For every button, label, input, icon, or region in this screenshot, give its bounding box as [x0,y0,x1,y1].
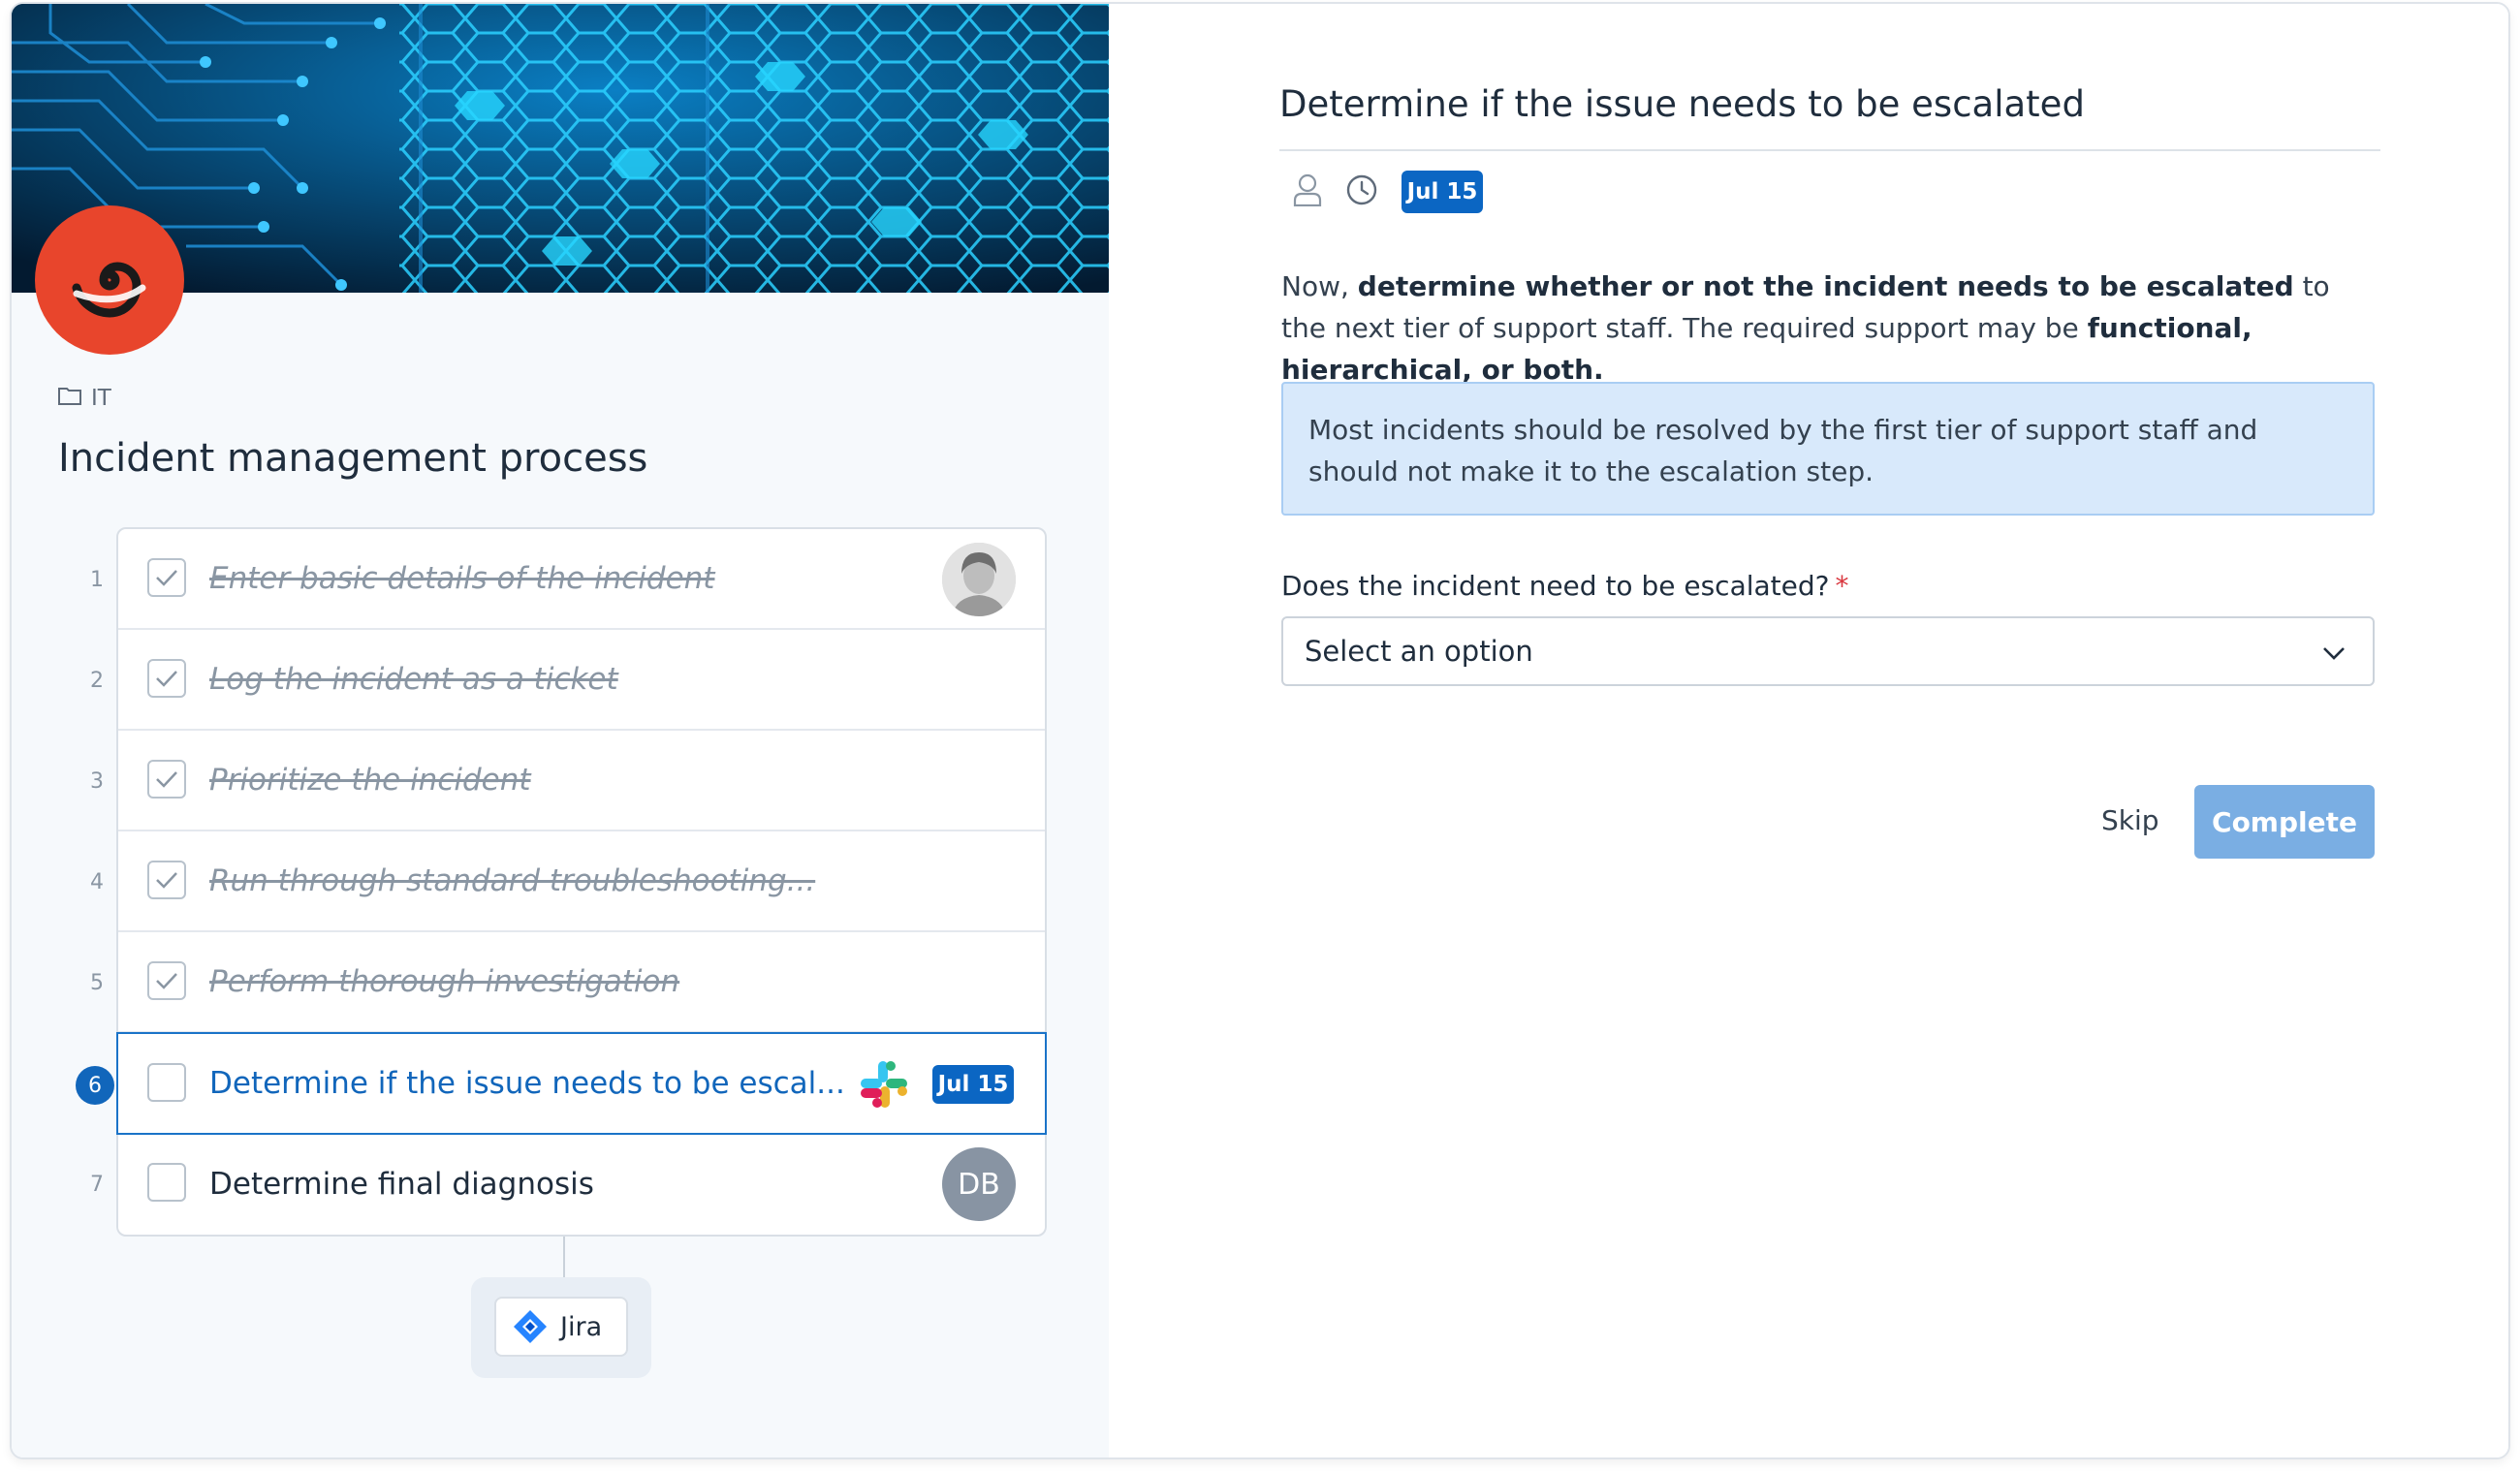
skip-button[interactable]: Skip [2101,804,2159,836]
task-item-7[interactable]: Determine final diagnosis DB [118,1134,1045,1235]
chevron-down-icon [2320,640,2347,674]
step-number: 4 [90,870,104,894]
checkmark-icon [156,570,177,586]
task-checkbox-checked[interactable] [147,861,186,899]
clock-icon[interactable] [1345,173,1378,210]
connector-line [563,1237,565,1277]
jira-icon [514,1310,547,1343]
checkmark-icon [156,771,177,788]
task-checkbox[interactable] [147,1163,186,1202]
step-number: 1 [90,568,104,592]
step-number: 7 [90,1173,104,1197]
task-meta-row: Jul 15 [1293,171,1483,213]
slack-icon [859,1059,909,1110]
task-list: Enter basic details of the incident Log … [116,527,1047,1237]
step-number: 2 [90,669,104,693]
task-label: Enter basic details of the incident [209,561,715,596]
form-field-label: Does the incident need to be escalated? * [1281,570,1849,602]
breadcrumb[interactable]: IT [58,386,111,411]
divider [1279,149,2380,151]
info-callout: Most incidents should be resolved by the… [1281,382,2375,516]
integration-container: Jira [471,1277,651,1378]
task-checkbox-checked[interactable] [147,760,186,799]
checkmark-icon [156,872,177,889]
assignee-avatar[interactable] [942,543,1016,616]
task-label: Log the incident as a ticket [209,662,618,697]
description-text: Now, [1281,270,1358,302]
breadcrumb-folder-label: IT [91,386,111,411]
due-date-badge[interactable]: Jul 15 [1402,171,1483,213]
task-item-2[interactable]: Log the incident as a ticket [118,630,1045,731]
checkmark-icon [156,973,177,989]
step-number-active: 6 [76,1066,114,1105]
task-label: Perform thorough investigation [209,964,680,999]
task-item-4[interactable]: Run through standard troubleshooting... [118,831,1045,932]
task-item-3[interactable]: Prioritize the incident [118,731,1045,831]
checklist-panel: IT Incident management process Enter bas… [12,4,1109,1457]
assignee-avatar[interactable]: DB [942,1147,1016,1221]
question-text: Does the incident need to be escalated? [1281,570,1830,602]
task-label: Run through standard troubleshooting... [209,863,816,898]
task-checkbox-checked[interactable] [147,558,186,597]
task-item-1[interactable]: Enter basic details of the incident [118,529,1045,630]
task-item-6[interactable]: Determine if the issue needs to be escal… [116,1032,1047,1135]
checklist-title: Incident management process [58,436,648,481]
task-label: Determine final diagnosis [209,1167,594,1202]
jira-integration-button[interactable]: Jira [494,1297,628,1357]
checkmark-icon [156,671,177,687]
jira-label: Jira [560,1311,603,1342]
assign-user-icon[interactable] [1293,173,1322,210]
dropdown-value: Select an option [1305,635,1533,668]
task-checkbox-checked[interactable] [147,659,186,698]
process-logo-icon [35,205,184,355]
task-item-5[interactable]: Perform thorough investigation [118,932,1045,1033]
description-bold: determine whether or not the incident ne… [1357,270,2294,302]
due-date-badge[interactable]: Jul 15 [932,1065,1014,1104]
step-number: 3 [90,769,104,794]
task-checkbox[interactable] [147,1063,186,1102]
task-detail-panel: Determine if the issue needs to be escal… [1109,4,2508,1457]
app-window: IT Incident management process Enter bas… [10,2,2510,1459]
complete-button[interactable]: Complete [2194,785,2375,859]
task-detail-title: Determine if the issue needs to be escal… [1279,83,2085,125]
task-label: Prioritize the incident [209,763,531,798]
task-checkbox-checked[interactable] [147,961,186,1000]
required-marker: * [1835,570,1849,602]
step-number: 5 [90,971,104,995]
task-label: Determine if the issue needs to be escal… [209,1066,845,1101]
escalation-dropdown[interactable]: Select an option [1281,616,2375,686]
folder-icon [58,386,81,411]
task-description: Now, determine whether or not the incide… [1281,266,2377,391]
